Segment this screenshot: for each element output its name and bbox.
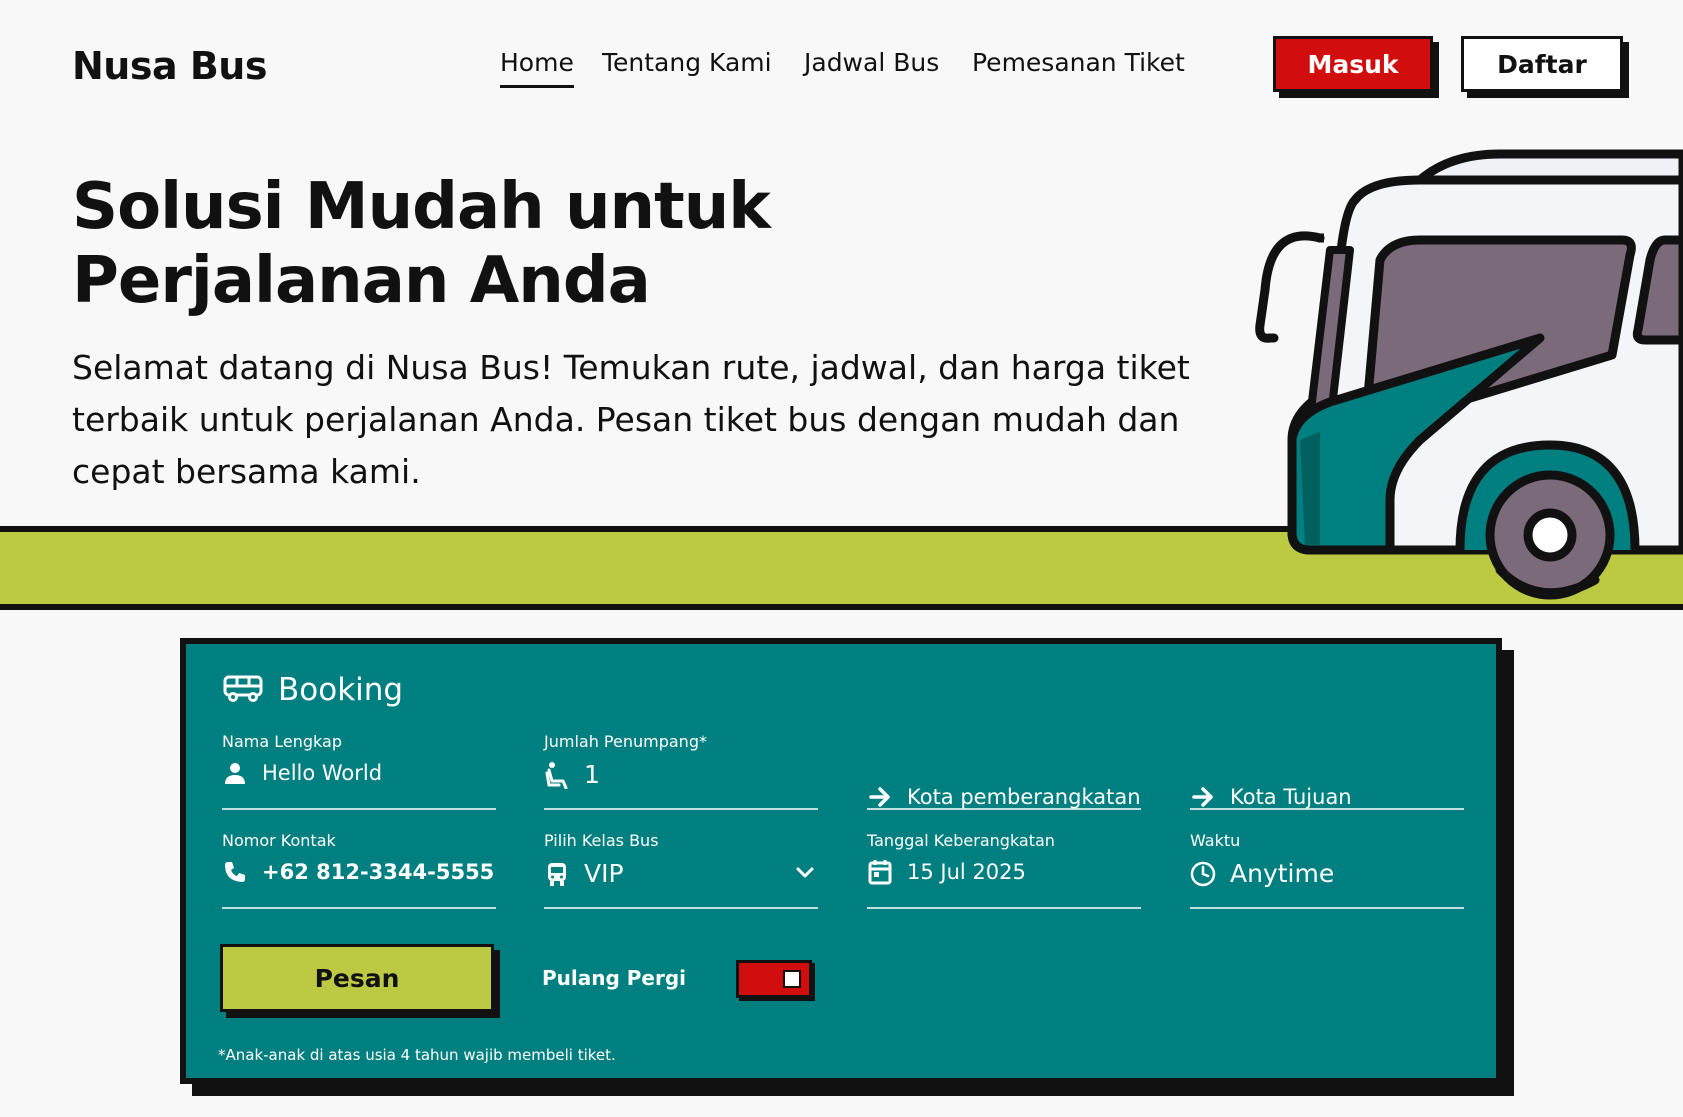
bus-class-label: Pilih Kelas Bus bbox=[544, 831, 659, 850]
round-trip-toggle[interactable] bbox=[736, 960, 812, 998]
booking-title: Booking bbox=[278, 672, 404, 708]
hero-title-line-2: Perjalanan Anda bbox=[72, 244, 651, 318]
time-field-label: Waktu bbox=[1190, 831, 1241, 850]
hero-description: Selamat datang di Nusa Bus! Temukan rute… bbox=[72, 348, 1190, 491]
nav-tentang-kami[interactable]: Tentang Kami bbox=[602, 48, 772, 85]
destination-input[interactable]: Kota Tujuan bbox=[1230, 785, 1352, 809]
site-logo[interactable]: Nusa Bus bbox=[72, 44, 267, 88]
origin-input[interactable]: Kota pemberangkatan bbox=[907, 785, 1141, 809]
booking-footnote: *Anak-anak di atas usia 4 tahun wajib me… bbox=[218, 1046, 616, 1064]
phone-icon bbox=[222, 859, 248, 885]
name-field[interactable]: Nama Lengkap Hello World bbox=[222, 732, 496, 810]
bus-illustration bbox=[1255, 149, 1683, 600]
bus-icon bbox=[222, 674, 264, 706]
booking-header: Booking bbox=[222, 672, 403, 708]
date-input[interactable]: 15 Jul 2025 bbox=[907, 860, 1026, 884]
time-field[interactable]: Waktu Anytime bbox=[1190, 831, 1464, 909]
date-field[interactable]: Tanggal Keberangkatan 15 Jul 2025 bbox=[867, 831, 1141, 909]
name-field-label: Nama Lengkap bbox=[222, 732, 342, 751]
arrow-right-icon bbox=[867, 784, 893, 810]
hero-title: Solusi Mudah untuk Perjalanan Anda bbox=[72, 170, 832, 318]
nav-home[interactable]: Home bbox=[500, 48, 574, 88]
login-button[interactable]: Masuk bbox=[1273, 36, 1433, 92]
chevron-down-icon[interactable] bbox=[796, 864, 814, 883]
name-input[interactable]: Hello World bbox=[262, 761, 382, 785]
nav-pemesanan-tiket[interactable]: Pemesanan Tiket bbox=[972, 48, 1185, 85]
toggle-knob bbox=[783, 970, 801, 988]
phone-field[interactable]: Nomor Kontak +62 812-3344-5555 bbox=[222, 831, 496, 909]
register-button[interactable]: Daftar bbox=[1461, 36, 1623, 92]
origin-field[interactable]: Kota pemberangkatan bbox=[867, 732, 1141, 810]
passenger-field-label: Jumlah Penumpang* bbox=[544, 732, 707, 751]
round-trip-label: Pulang Pergi bbox=[542, 966, 687, 990]
time-input[interactable]: Anytime bbox=[1230, 859, 1334, 888]
booking-card: Booking Nama Lengkap Hello World Jumlah … bbox=[180, 638, 1502, 1084]
user-icon bbox=[222, 760, 248, 786]
arrow-right-icon bbox=[1190, 784, 1216, 810]
phone-field-label: Nomor Kontak bbox=[222, 831, 336, 850]
bus-class-select[interactable]: Pilih Kelas Bus VIP bbox=[544, 831, 818, 909]
calendar-icon bbox=[867, 859, 893, 885]
bus-class-value: VIP bbox=[584, 859, 624, 888]
clock-icon bbox=[1190, 861, 1216, 887]
hero-title-line-1: Solusi Mudah untuk bbox=[72, 170, 771, 244]
passenger-input[interactable]: 1 bbox=[584, 760, 600, 789]
date-field-label: Tanggal Keberangkatan bbox=[867, 831, 1055, 850]
nav-jadwal-bus[interactable]: Jadwal Bus bbox=[804, 48, 939, 85]
bus-icon bbox=[544, 861, 570, 887]
destination-field[interactable]: Kota Tujuan bbox=[1190, 732, 1464, 810]
book-button[interactable]: Pesan bbox=[220, 944, 494, 1012]
seat-icon bbox=[544, 761, 570, 789]
phone-input[interactable]: +62 812-3344-5555 bbox=[262, 860, 494, 884]
passenger-field[interactable]: Jumlah Penumpang* 1 bbox=[544, 732, 818, 810]
